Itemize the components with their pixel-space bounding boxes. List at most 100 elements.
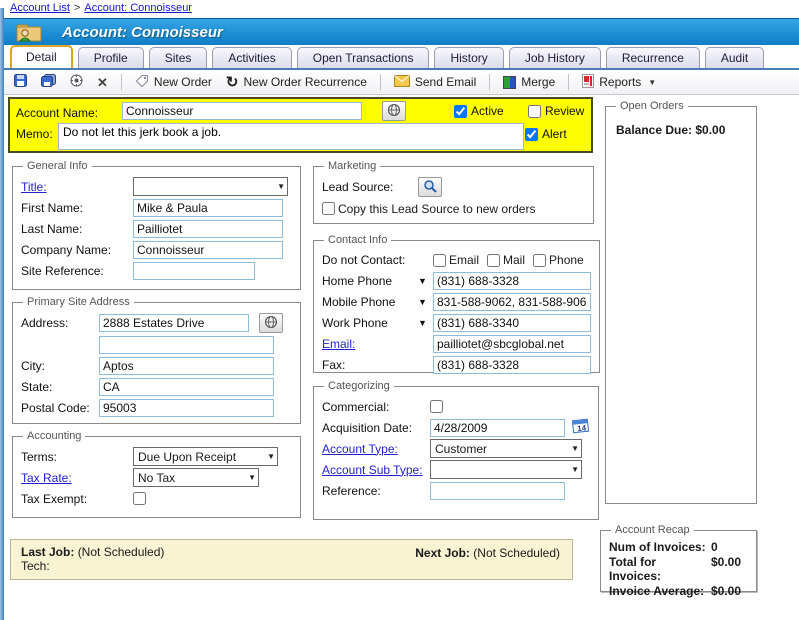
mobile-phone-input[interactable] [433, 293, 591, 311]
tab-open-transactions[interactable]: Open Transactions [297, 47, 430, 68]
dnc-mail-checkbox[interactable] [487, 254, 500, 267]
chevron-down-icon: ▼ [267, 452, 275, 461]
account-type-select[interactable]: Customer ▼ [430, 439, 582, 458]
primary-site-address-section: Primary Site Address Address: City: Stat… [12, 296, 301, 424]
reports-button[interactable]: Reports ▼ [578, 72, 660, 93]
email-link[interactable]: Email: [322, 337, 355, 351]
work-phone-label: Work Phone [322, 316, 418, 330]
new-order-button[interactable]: New Order [131, 72, 216, 93]
toolbar-separator [380, 74, 381, 90]
account-name-input[interactable] [122, 102, 362, 120]
lead-source-label: Lead Source: [322, 180, 418, 194]
tab-sites[interactable]: Sites [149, 47, 208, 68]
account-lookup-button[interactable] [382, 101, 406, 121]
svg-text:14: 14 [577, 423, 587, 433]
account-sub-type-select[interactable]: ▼ [430, 460, 582, 479]
breadcrumb-separator: > [74, 2, 80, 14]
tab-strip: Detail Profile Sites Activities Open Tra… [4, 46, 799, 70]
acquisition-date-input[interactable] [430, 419, 565, 437]
close-x-icon: ✕ [97, 76, 108, 89]
review-checkbox[interactable] [528, 105, 541, 118]
company-name-input[interactable] [133, 241, 283, 259]
tab-detail[interactable]: Detail [10, 45, 73, 68]
account-recap-legend: Account Recap [611, 524, 694, 536]
state-input[interactable] [99, 378, 274, 396]
contact-info-legend: Contact Info [324, 234, 391, 246]
commercial-checkbox[interactable] [430, 400, 443, 413]
fax-label: Fax: [322, 358, 418, 372]
send-email-button[interactable]: Send Email [390, 73, 480, 92]
alert-checkbox[interactable] [525, 128, 538, 141]
fax-input[interactable] [433, 356, 591, 374]
memo-textarea[interactable]: Do not let this jerk book a job. [58, 123, 524, 150]
postal-code-input[interactable] [99, 399, 274, 417]
email-input[interactable] [433, 335, 591, 353]
tax-rate-select[interactable]: No Tax ▼ [133, 468, 259, 487]
active-checkbox[interactable] [454, 105, 467, 118]
page-title: Account: Connoisseur [62, 24, 223, 41]
acquisition-date-label: Acquisition Date: [322, 421, 430, 435]
address-line1-input[interactable] [99, 314, 249, 332]
city-input[interactable] [99, 357, 274, 375]
reports-label: Reports [599, 75, 641, 89]
breadcrumb-account-list-link[interactable]: Account List [10, 2, 70, 14]
next-job-row: Next Job: (Not Scheduled) [415, 546, 560, 560]
last-name-input[interactable] [133, 220, 283, 238]
target-icon [70, 74, 83, 90]
terms-select-value: Due Upon Receipt [138, 450, 236, 464]
dnc-phone-checkbox[interactable] [533, 254, 546, 267]
terms-select[interactable]: Due Upon Receipt ▼ [133, 447, 278, 466]
contact-info-section: Contact Info Do not Contact: Email Mail … [313, 234, 600, 373]
marketing-legend: Marketing [324, 160, 380, 172]
home-phone-type-dropdown[interactable]: ▼ [418, 276, 433, 286]
dnc-phone-label: Phone [549, 253, 584, 267]
recurrence-arrows-icon: ↻ [226, 76, 239, 89]
mobile-phone-type-dropdown[interactable]: ▼ [418, 297, 433, 307]
home-phone-input[interactable] [433, 272, 591, 290]
account-sub-type-link[interactable]: Account Sub Type: [322, 463, 423, 477]
mobile-phone-label: Mobile Phone [322, 295, 418, 309]
tax-rate-link[interactable]: Tax Rate: [21, 471, 72, 485]
refresh-record-button[interactable] [66, 72, 87, 92]
tax-exempt-checkbox[interactable] [133, 492, 146, 505]
account-type-link[interactable]: Account Type: [322, 442, 398, 456]
tab-recurrence[interactable]: Recurrence [606, 47, 700, 68]
first-name-input[interactable] [133, 199, 283, 217]
work-phone-input[interactable] [433, 314, 591, 332]
globe-icon [264, 315, 278, 332]
lead-source-search-button[interactable] [418, 177, 442, 197]
toolbar-separator [568, 74, 569, 90]
save-button[interactable] [10, 72, 31, 92]
tab-job-history[interactable]: Job History [509, 47, 601, 68]
tab-activities[interactable]: Activities [212, 47, 291, 68]
balance-due: Balance Due: $0.00 [616, 123, 748, 137]
address-lookup-button[interactable] [259, 313, 283, 333]
tab-audit[interactable]: Audit [705, 47, 764, 68]
new-order-recurrence-button[interactable]: ↻ New Order Recurrence [222, 73, 371, 91]
tab-profile[interactable]: Profile [78, 47, 144, 68]
terms-label: Terms: [21, 450, 133, 464]
copy-lead-source-checkbox[interactable] [322, 202, 335, 215]
globe-icon [387, 103, 401, 120]
merge-button[interactable]: Merge [499, 73, 559, 91]
merge-label: Merge [521, 75, 555, 89]
general-info-legend: General Info [23, 160, 92, 172]
title-select[interactable]: ▼ [133, 177, 288, 196]
title-link[interactable]: Title: [21, 180, 47, 194]
breadcrumb-current-link[interactable]: Account: Connoisseur [84, 2, 192, 14]
tab-history[interactable]: History [434, 47, 503, 68]
total-invoices-value: $0.00 [711, 555, 741, 583]
tax-rate-select-value: No Tax [138, 471, 175, 485]
address-line2-input[interactable] [99, 336, 274, 354]
reference-input[interactable] [430, 482, 565, 500]
site-reference-input[interactable] [133, 262, 255, 280]
work-phone-type-dropdown[interactable]: ▼ [418, 318, 433, 328]
delete-button[interactable]: ✕ [93, 74, 112, 91]
dnc-email-checkbox[interactable] [433, 254, 446, 267]
calendar-button[interactable]: 14 [571, 418, 590, 437]
review-label: Review [545, 104, 584, 118]
save-and-close-button[interactable] [37, 72, 60, 92]
account-name-label: Account Name: [16, 106, 98, 120]
chevron-down-icon: ▼ [648, 78, 656, 87]
search-icon [423, 179, 437, 196]
